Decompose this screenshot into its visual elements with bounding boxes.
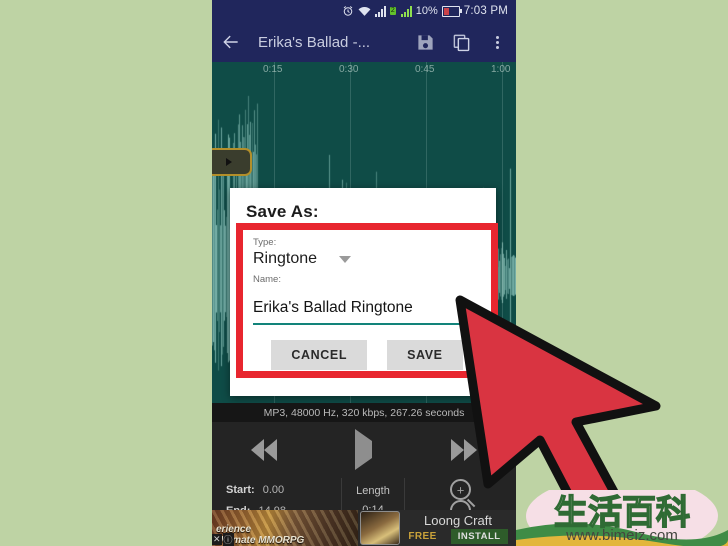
watermark: 生活百科 www.bimeiz.com xyxy=(516,490,728,546)
battery-percent: 10% xyxy=(415,5,438,17)
page-title: Erika's Ballad -... xyxy=(258,33,371,51)
file-info-bar: MP3, 48000 Hz, 320 kbps, 267.26 seconds xyxy=(212,403,516,422)
chevron-down-icon[interactable] xyxy=(339,255,352,263)
start-value[interactable]: 0.00 xyxy=(263,484,284,496)
ruler-label: 0:30 xyxy=(339,64,359,75)
dialog-title: Save As: xyxy=(246,202,319,221)
name-input-underline xyxy=(253,323,481,325)
battery-icon xyxy=(441,5,462,17)
wifi-icon xyxy=(358,6,371,17)
back-arrow-icon[interactable] xyxy=(218,29,244,55)
ruler-label: 0:15 xyxy=(263,64,283,75)
rewind-icon[interactable] xyxy=(251,439,278,461)
save-button[interactable]: SAVE xyxy=(387,340,463,370)
type-select[interactable]: Ringtone xyxy=(253,250,481,268)
transport-controls xyxy=(212,422,516,478)
signal-icon xyxy=(374,5,386,17)
start-label: Start: xyxy=(226,483,255,496)
app-bar: Erika's Ballad -... xyxy=(212,22,516,62)
type-value: Ringtone xyxy=(253,250,318,267)
name-label: Name: xyxy=(253,274,281,285)
fast-forward-icon[interactable] xyxy=(450,439,477,461)
phone-screen: 2 10% 7:03 PM Erika's Ballad -... 0:15 0:… xyxy=(212,0,516,546)
signal-icon-2 xyxy=(400,5,412,17)
ad-title: Loong Craft xyxy=(424,512,492,528)
ad-install-button[interactable]: INSTALL xyxy=(450,528,508,544)
ad-thumbnail xyxy=(360,511,400,545)
ad-close-icon[interactable]: ✕ xyxy=(212,534,222,545)
copy-icon[interactable] xyxy=(448,29,474,55)
type-label: Type: xyxy=(253,237,277,248)
zoom-in-icon[interactable]: + xyxy=(450,479,471,500)
alarm-icon xyxy=(342,5,354,17)
ruler-label: 1:00 xyxy=(491,64,511,75)
cancel-button[interactable]: CANCEL xyxy=(271,340,368,370)
floppy-save-icon[interactable] xyxy=(412,29,438,55)
ad-price: FREE xyxy=(408,530,437,542)
ruler-label: 0:45 xyxy=(415,64,435,75)
sim-badge: 2 xyxy=(389,7,396,15)
ruler-tick xyxy=(502,62,503,405)
ad-info-icon[interactable]: ⓘ xyxy=(222,533,234,546)
name-input[interactable]: Erika's Ballad Ringtone xyxy=(253,299,481,317)
watermark-url: www.bimeiz.com xyxy=(565,527,678,544)
start-field[interactable]: Start: 0.00 xyxy=(226,484,341,496)
ad-artwork: erience Ultimate MMORPG ✕ ⓘ xyxy=(212,510,358,546)
status-bar: 2 10% 7:03 PM xyxy=(212,0,516,22)
overflow-menu-icon[interactable] xyxy=(484,29,510,55)
play-icon[interactable] xyxy=(355,429,373,470)
start-marker-handle[interactable] xyxy=(212,148,252,176)
time-ruler: 0:15 0:30 0:45 1:00 xyxy=(212,62,516,80)
length-label: Length xyxy=(356,484,390,497)
ad-banner[interactable]: erience Ultimate MMORPG ✕ ⓘ Loong Craft … xyxy=(212,510,516,546)
status-clock: 7:03 PM xyxy=(463,5,508,17)
save-form-highlight: Type: Ringtone Name: Erika's Ballad Ring… xyxy=(236,223,498,378)
